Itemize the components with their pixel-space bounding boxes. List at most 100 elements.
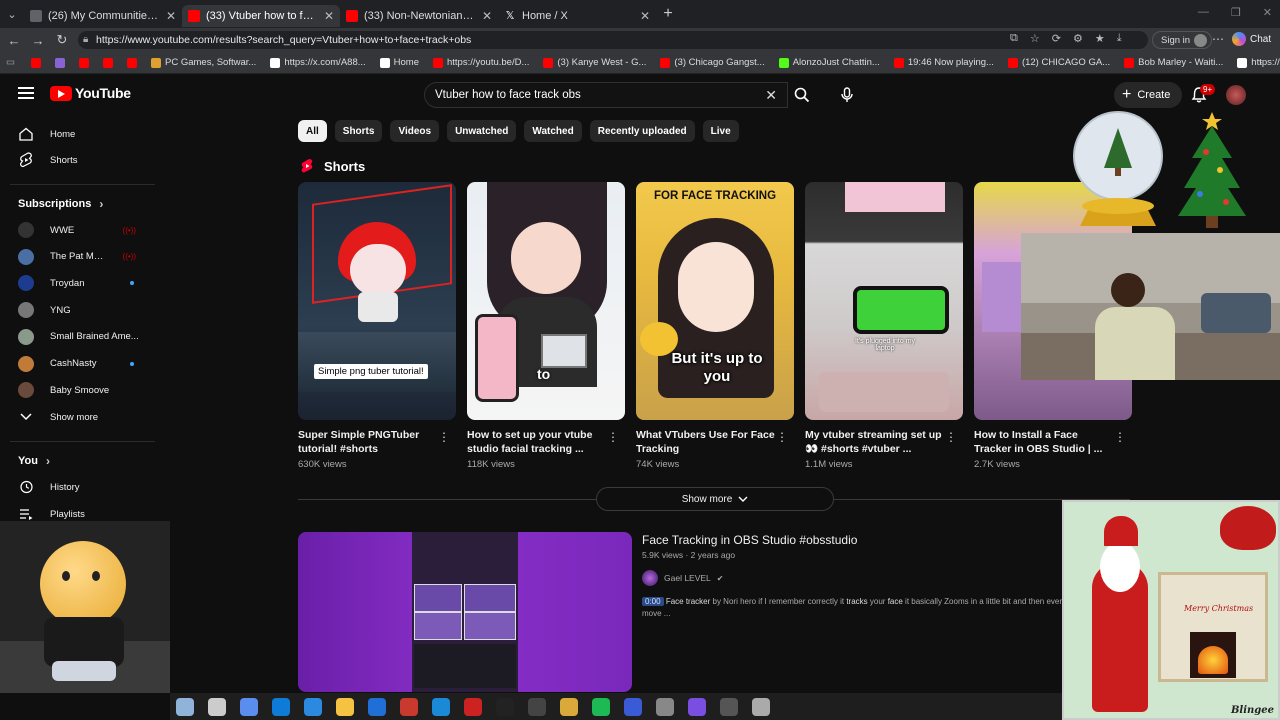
- channel-avatar[interactable]: [642, 570, 658, 586]
- taskbar-app-icon[interactable]: [432, 697, 450, 716]
- short-title[interactable]: How to Install a Face Tracker in OBS Stu…: [974, 428, 1132, 456]
- sidebar-subscription-item[interactable]: Baby Smoove: [0, 377, 156, 403]
- bookmark-item[interactable]: Bob Marley - Waiti...: [1124, 57, 1223, 68]
- youtube-logo[interactable]: YouTube: [50, 85, 131, 101]
- taskbar-app-icon[interactable]: [560, 697, 578, 716]
- snippet-timestamp[interactable]: 0:00: [642, 597, 664, 606]
- short-card[interactable]: FOR FACE TRACKING But it's up to you Wha…: [636, 182, 794, 470]
- back-icon[interactable]: ←: [2, 33, 26, 48]
- filter-chip[interactable]: Videos: [390, 120, 440, 142]
- close-window-icon[interactable]: ✕: [1263, 6, 1272, 19]
- short-card[interactable]: to How to set up your vtube studio facia…: [467, 182, 625, 470]
- bookmark-item[interactable]: Home: [379, 57, 419, 68]
- bookmark-item[interactable]: (12) CHICAGO GA...: [1007, 57, 1110, 68]
- bookmark-item[interactable]: (3) Chicago Gangst...: [660, 57, 765, 68]
- sign-in-button[interactable]: Sign in: [1152, 31, 1213, 49]
- bookmark-item[interactable]: PC Games, Softwar...: [150, 57, 256, 68]
- favorites-icon[interactable]: ★: [1095, 32, 1105, 45]
- bookmark-item[interactable]: [126, 57, 137, 68]
- forward-icon[interactable]: →: [26, 33, 50, 48]
- short-thumbnail[interactable]: FOR FACE TRACKING But it's up to you: [636, 182, 794, 420]
- short-title[interactable]: Super Simple PNGTuber tutorial! #shorts: [298, 428, 456, 456]
- close-tab-icon[interactable]: ✕: [640, 9, 650, 23]
- browser-tab-active[interactable]: (33) Vtuber how to face track obs ✕: [182, 5, 340, 27]
- taskbar-app-icon[interactable]: [304, 697, 322, 716]
- short-title[interactable]: What VTubers Use For Face Tracking: [636, 428, 794, 456]
- close-tab-icon[interactable]: ✕: [166, 9, 176, 23]
- filter-chip[interactable]: Unwatched: [447, 120, 517, 142]
- show-more-shorts-button[interactable]: Show more: [596, 487, 834, 511]
- short-thumbnail[interactable]: It's plugged into my laptop: [805, 182, 963, 420]
- copilot-chat-button[interactable]: Chat: [1232, 32, 1271, 46]
- taskbar-app-icon[interactable]: [272, 697, 290, 716]
- taskbar-app-icon[interactable]: [336, 697, 354, 716]
- sidebar-subscription-item[interactable]: Small Brained Ame...: [0, 324, 156, 350]
- sidebar-subscription-item[interactable]: WWE ((•)): [0, 217, 156, 243]
- taskbar-app-icon[interactable]: [688, 697, 706, 716]
- filter-chip[interactable]: Live: [702, 120, 739, 142]
- short-card[interactable]: Simple png tuber tutorial! Super Simple …: [298, 182, 456, 470]
- bookmarks-folder-icon[interactable]: ▭: [6, 57, 15, 68]
- short-thumbnail[interactable]: Simple png tuber tutorial!: [298, 182, 456, 420]
- filter-chip[interactable]: Shorts: [334, 120, 383, 142]
- more-actions-icon[interactable]: ⋮: [607, 430, 619, 444]
- refresh-extension-icon[interactable]: ⟳: [1052, 32, 1061, 45]
- bookmark-item[interactable]: [78, 57, 89, 68]
- taskbar-app-icon[interactable]: [400, 697, 418, 716]
- close-tab-icon[interactable]: ✕: [482, 9, 492, 23]
- video-thumbnail[interactable]: [298, 532, 632, 692]
- bookmark-item[interactable]: [54, 57, 65, 68]
- taskbar-app-icon[interactable]: [176, 697, 194, 716]
- clear-search-icon[interactable]: ✕: [765, 87, 777, 104]
- taskbar-app-icon[interactable]: [592, 697, 610, 716]
- tab-list-menu-icon[interactable]: ⌄: [0, 0, 24, 28]
- bookmark-item[interactable]: (3) Kanye West - G...: [543, 57, 646, 68]
- channel-name[interactable]: Gael LEVEL: [664, 573, 711, 583]
- sidebar-subscription-item[interactable]: Troydan: [0, 270, 156, 296]
- taskbar-app-icon[interactable]: [496, 697, 514, 716]
- favorite-star-icon[interactable]: ☆: [1030, 32, 1040, 45]
- filter-chip[interactable]: All: [298, 120, 327, 142]
- create-button[interactable]: + Create: [1114, 82, 1183, 108]
- more-actions-icon[interactable]: ⋮: [776, 430, 788, 444]
- sidebar-subscription-item[interactable]: The Pat McAfee ... ((•)): [0, 244, 156, 270]
- video-channel[interactable]: Gael LEVEL ✔: [642, 570, 723, 586]
- sidebar-item-history[interactable]: History: [0, 474, 156, 500]
- taskbar-app-icon[interactable]: [240, 697, 258, 716]
- you-heading[interactable]: You ›: [18, 454, 50, 468]
- bookmark-item[interactable]: [102, 57, 113, 68]
- sidebar-subscription-item[interactable]: YNG: [0, 297, 156, 323]
- bookmark-item[interactable]: [30, 57, 41, 68]
- search-input[interactable]: Vtuber how to face track obs ✕: [424, 82, 788, 108]
- filter-chip[interactable]: Recently uploaded: [589, 120, 695, 142]
- short-card[interactable]: It's plugged into my laptop My vtuber st…: [805, 182, 963, 470]
- show-more-subscriptions[interactable]: Show more: [0, 404, 156, 430]
- reload-icon[interactable]: ↻: [50, 32, 74, 48]
- account-avatar[interactable]: [1226, 85, 1246, 105]
- search-button[interactable]: [788, 82, 816, 108]
- browser-tab[interactable]: 𝕏 Home / X ✕: [498, 5, 656, 27]
- taskbar-app-icon[interactable]: [624, 697, 642, 716]
- sidebar-item-shorts[interactable]: Shorts: [0, 147, 156, 173]
- taskbar-app-icon[interactable]: [528, 697, 546, 716]
- subscriptions-heading[interactable]: Subscriptions ›: [18, 197, 103, 211]
- taskbar-app-icon[interactable]: [464, 697, 482, 716]
- short-thumbnail[interactable]: to: [467, 182, 625, 420]
- sidebar-subscription-item[interactable]: CashNasty: [0, 351, 156, 377]
- close-tab-icon[interactable]: ✕: [324, 9, 334, 23]
- more-actions-icon[interactable]: ⋮: [945, 430, 957, 444]
- download-icon[interactable]: ⤓: [1117, 32, 1122, 45]
- more-actions-icon[interactable]: ⋮: [438, 430, 450, 444]
- extensions-icon[interactable]: ⚙: [1073, 32, 1083, 45]
- bookmark-item[interactable]: 19:46 Now playing...: [893, 57, 994, 68]
- taskbar-app-icon[interactable]: [752, 697, 770, 716]
- voice-search-button[interactable]: [834, 82, 860, 108]
- short-title[interactable]: My vtuber streaming set up 👀 #shorts #vt…: [805, 428, 963, 456]
- bookmark-item[interactable]: https://x.com/A88...: [270, 57, 366, 68]
- filter-chip[interactable]: Watched: [524, 120, 582, 142]
- browser-tab[interactable]: (33) Non-Newtonian Fried Chicken ✕: [340, 5, 498, 27]
- more-menu-icon[interactable]: ⋯: [1212, 32, 1224, 46]
- app-available-icon[interactable]: ⧉: [1010, 32, 1018, 45]
- url-input[interactable]: 🔒︎ https://www.youtube.com/results?searc…: [78, 31, 1148, 49]
- short-title[interactable]: How to set up your vtube studio facial t…: [467, 428, 625, 456]
